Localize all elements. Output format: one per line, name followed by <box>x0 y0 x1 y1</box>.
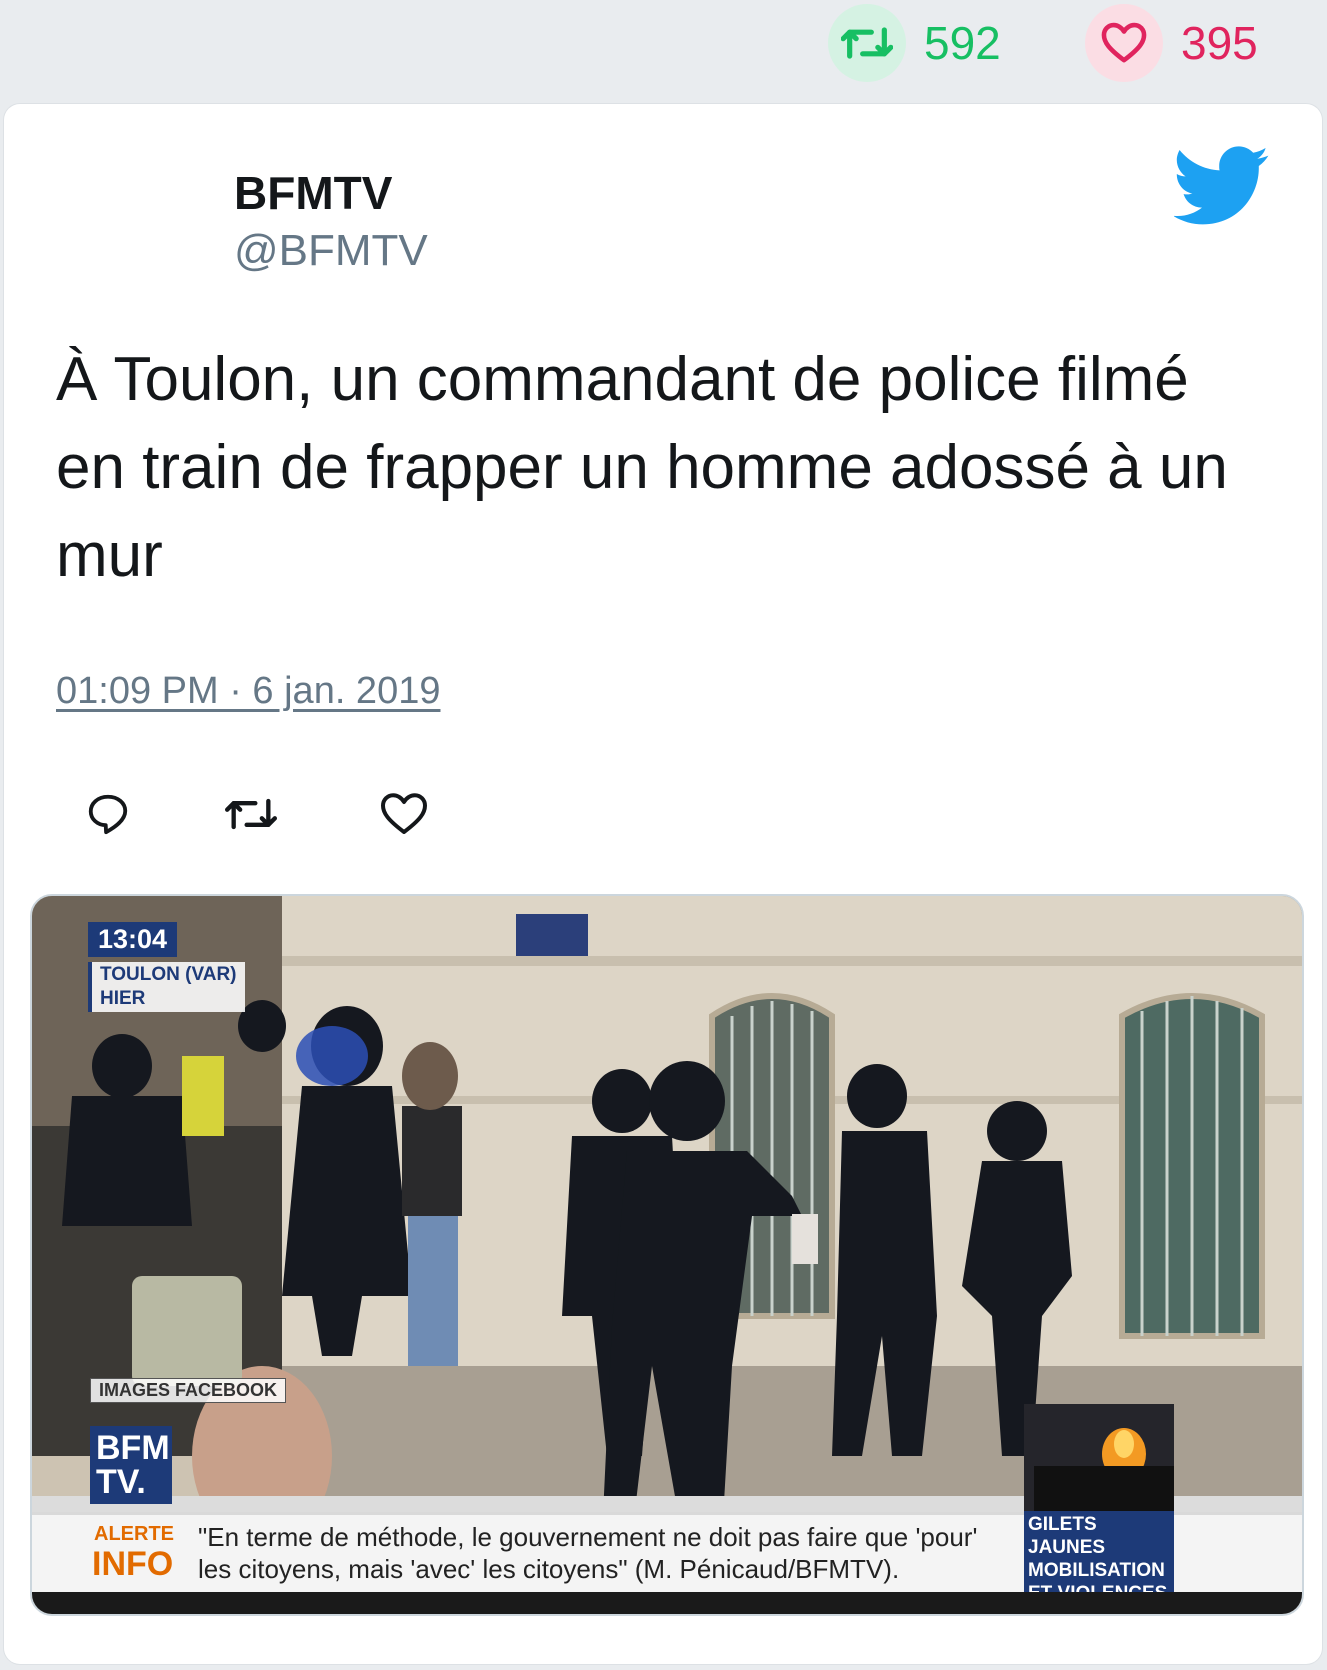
reply-icon <box>88 794 128 835</box>
ticker-bottom-bar <box>32 1592 1302 1614</box>
image-source-label: IMAGES FACEBOOK <box>90 1378 287 1403</box>
logo-line-2: TV. <box>96 1463 146 1501</box>
location-line-1: TOULON (VAR) <box>100 964 237 985</box>
reply-button[interactable] <box>76 784 140 844</box>
heart-icon[interactable] <box>1085 4 1163 82</box>
like-button[interactable] <box>372 784 436 844</box>
retweet-count: 592 <box>924 17 1001 69</box>
location-line-2: HIER <box>100 988 146 1009</box>
retweet-stat[interactable]: 592 <box>828 4 1001 82</box>
like-stat[interactable]: 395 <box>1085 4 1258 82</box>
ticker-alert-label: ALERTE <box>94 1523 174 1545</box>
broadcast-time: 13:04 <box>88 922 178 957</box>
retweet-icon <box>225 798 277 830</box>
twitter-bird-icon[interactable] <box>1174 146 1270 226</box>
ticker-quote: "En terme de méthode, le gouvernement ne… <box>198 1522 978 1584</box>
video-frame[interactable]: 13:04 TOULON (VAR) HIER IMAGES FACEBOOK … <box>30 894 1304 1616</box>
topic-thumbnail <box>1024 1404 1174 1512</box>
broadcast-location: TOULON (VAR) HIER <box>88 962 245 1012</box>
ticker-info-label: INFO <box>92 1545 174 1583</box>
tweet-text: À Toulon, un commandant de police filmé … <box>56 345 1228 590</box>
heart-icon <box>381 793 427 834</box>
retweet-button[interactable] <box>219 784 283 844</box>
news-ticker: ALERTE INFO "En terme de méthode, le gou… <box>32 1511 1302 1607</box>
author-handle[interactable]: @BFMTV <box>234 226 428 276</box>
tweet-card: BFMTV @BFMTV À Toulon, un commandant de … <box>4 104 1322 1664</box>
author-name[interactable]: BFMTV <box>234 166 392 220</box>
like-count: 395 <box>1181 17 1258 69</box>
tweet-timestamp[interactable]: 01:09 PM · 6 jan. 2019 <box>56 670 440 713</box>
channel-logo: BFM TV. <box>90 1426 172 1504</box>
logo-line-1: BFM <box>96 1429 170 1467</box>
tweet-stats-bar: 592 395 <box>0 0 1327 100</box>
retweet-icon[interactable] <box>828 4 906 82</box>
